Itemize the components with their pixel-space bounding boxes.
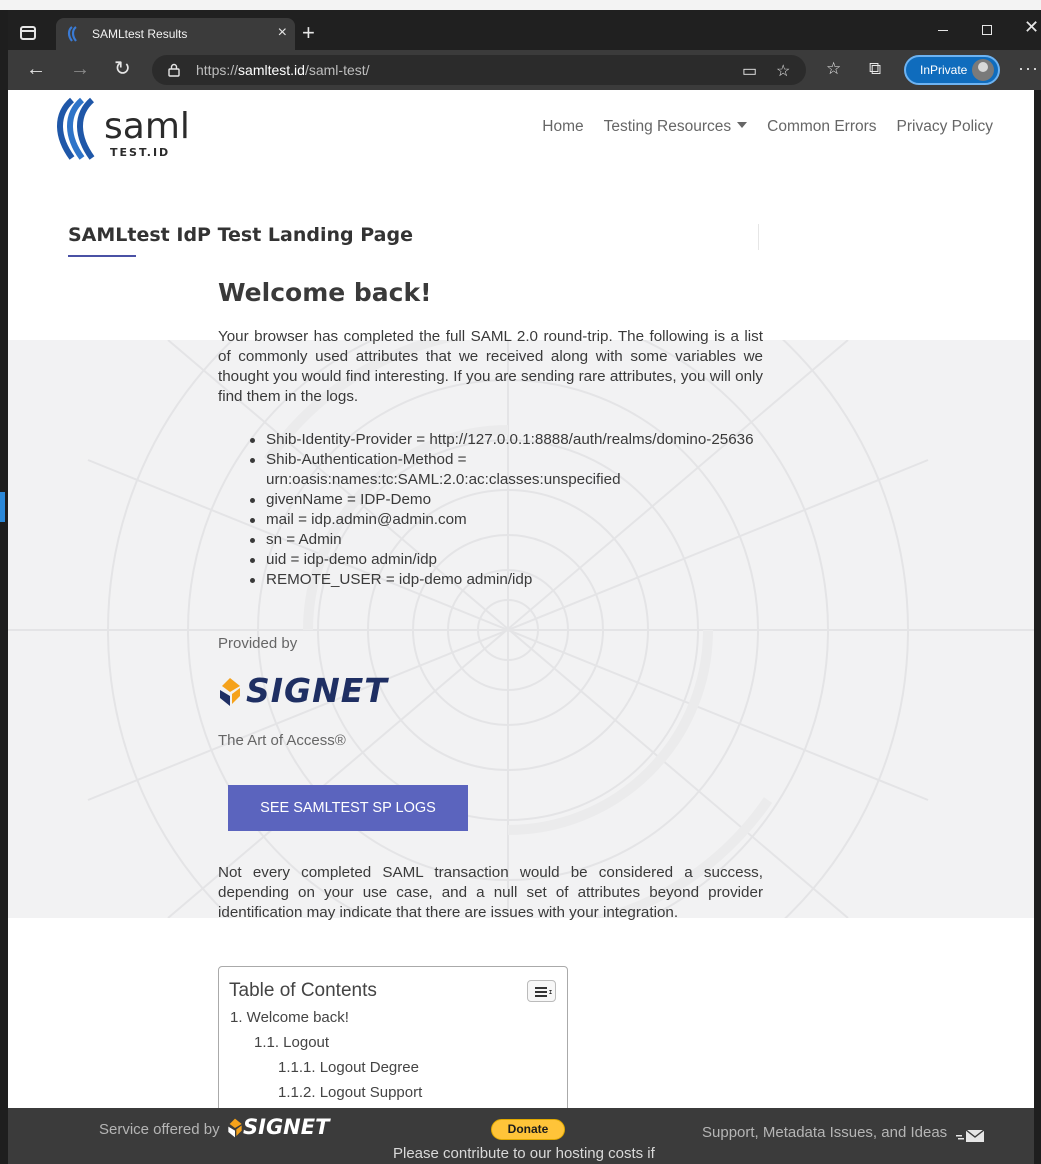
toc-toggle-button[interactable]	[527, 980, 556, 1002]
divider	[758, 224, 759, 250]
donate-button[interactable]: Donate	[491, 1119, 565, 1140]
background-art	[8, 340, 1034, 918]
see-sp-logs-button[interactable]: SEE SAMLTEST SP LOGS	[228, 785, 468, 831]
nav-home[interactable]: Home	[542, 118, 583, 136]
list-item: Shib-Identity-Provider = http://127.0.0.…	[250, 430, 763, 450]
toc-item-logout[interactable]: 1.1. Logout	[254, 1034, 329, 1051]
attribute-list: Shib-Identity-Provider = http://127.0.0.…	[250, 430, 763, 590]
sticky-footer: Service offered by SIGNET Donate Please …	[8, 1108, 1034, 1164]
tab-actions-icon[interactable]	[20, 26, 36, 40]
logo-subtext: TEST.ID	[110, 146, 170, 159]
list-toggle-icon	[535, 987, 552, 997]
page-title: SAMLtest IdP Test Landing Page	[68, 224, 413, 246]
samltest-favicon-icon	[67, 26, 77, 42]
tab-bar: SAMLtest Results × + ✕	[8, 10, 1041, 50]
welcome-heading: Welcome back!	[218, 278, 432, 307]
minimize-icon[interactable]	[938, 30, 948, 31]
nav-testing-resources-label: Testing Resources	[603, 118, 732, 135]
table-of-contents: Table of Contents 1. Welcome back! 1.1. …	[218, 966, 568, 1108]
inprivate-button[interactable]: InPrivate	[904, 55, 1000, 85]
tab-close-icon[interactable]: ×	[278, 24, 287, 42]
url-text: https://samltest.id/saml-test/	[196, 62, 370, 78]
favorites-icon[interactable]: ☆	[826, 60, 841, 78]
nav-common-errors[interactable]: Common Errors	[767, 118, 876, 136]
toc-item-welcome-back[interactable]: 1. Welcome back!	[230, 1009, 349, 1026]
list-item: REMOTE_USER = idp-demo admin/idp	[250, 570, 763, 590]
provided-by-label: Provided by	[218, 635, 298, 652]
list-item: uid = idp-demo admin/idp	[250, 550, 763, 570]
add-favorite-icon[interactable]: ☆	[776, 61, 790, 81]
immersive-reader-icon[interactable]: ▭	[742, 61, 757, 81]
list-item: mail = idp.admin@admin.com	[250, 510, 763, 530]
signet-wordmark: SIGNET	[246, 671, 388, 710]
contribute-text: Please contribute to our hosting costs i…	[393, 1145, 655, 1162]
logo-wordmark: saml	[104, 106, 190, 147]
window-frame	[0, 0, 1041, 10]
signet-mark-icon	[220, 678, 240, 706]
toc-title: Table of Contents	[229, 980, 377, 1001]
address-toolbar: ← → ↻ https://samltest.id/saml-test/ ▭ ☆…	[8, 50, 1041, 90]
inprivate-label: InPrivate	[920, 63, 968, 77]
right-window-edge	[1034, 90, 1041, 1164]
background-circles-graphic	[8, 340, 1034, 918]
support-link[interactable]: Support, Metadata Issues, and Ideas	[702, 1124, 947, 1141]
address-bar[interactable]: https://samltest.id/saml-test/ ▭ ☆	[152, 55, 806, 85]
nav-testing-resources[interactable]: Testing Resources	[604, 118, 748, 136]
left-edge-indicator	[0, 492, 5, 522]
collections-icon[interactable]: ⧉	[869, 60, 881, 78]
toc-item-logout-degree[interactable]: 1.1.1. Logout Degree	[278, 1059, 419, 1076]
footer-signet-logo[interactable]: SIGNET	[227, 1114, 337, 1140]
avatar	[972, 59, 994, 81]
title-underline	[68, 255, 136, 257]
refresh-icon[interactable]: ↻	[114, 58, 131, 80]
samltest-logo[interactable]: saml TEST.ID	[52, 96, 212, 164]
list-item: sn = Admin	[250, 530, 763, 550]
maximize-icon[interactable]	[982, 25, 992, 35]
toc-item-logout-support[interactable]: 1.1.2. Logout Support	[278, 1084, 422, 1101]
tab-title: SAMLtest Results	[92, 27, 188, 41]
lock-icon	[168, 63, 180, 77]
window-close-icon[interactable]: ✕	[1024, 17, 1039, 38]
site-navigation: Home Testing Resources Common Errors Pri…	[522, 118, 993, 136]
back-icon[interactable]: ←	[26, 58, 46, 80]
list-item: givenName = IDP-Demo	[250, 490, 763, 510]
intro-paragraph: Your browser has completed the full SAML…	[218, 328, 763, 405]
new-tab-icon[interactable]: +	[302, 22, 315, 44]
active-tab[interactable]: SAMLtest Results ×	[56, 18, 295, 50]
left-window-edge	[0, 50, 8, 1164]
nav-privacy-policy[interactable]: Privacy Policy	[897, 118, 993, 136]
signet-tagline: The Art of Access®	[218, 732, 346, 749]
signet-mark-icon	[228, 1118, 242, 1138]
caret-down-icon	[737, 122, 748, 128]
forward-icon[interactable]: →	[70, 58, 90, 80]
footer-signet-wordmark: SIGNET	[243, 1115, 330, 1139]
more-icon[interactable]: ···	[1018, 58, 1039, 79]
closing-paragraph: Not every completed SAML transaction wou…	[218, 864, 763, 921]
signet-logo[interactable]: SIGNET	[218, 671, 418, 710]
page-viewport: saml TEST.ID Home Testing Resources Comm…	[8, 90, 1034, 1108]
mail-icon[interactable]	[956, 1130, 986, 1142]
service-offered-label: Service offered by	[99, 1121, 220, 1138]
list-item: Shib-Authentication-Method = urn:oasis:n…	[250, 450, 763, 490]
